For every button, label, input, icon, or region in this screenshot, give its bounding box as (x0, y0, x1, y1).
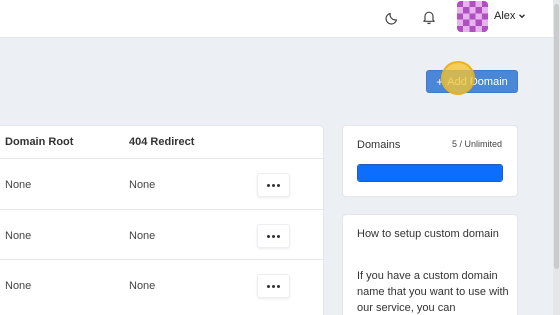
table-row-2-domain-root: None (5, 230, 32, 242)
more-icon (266, 284, 270, 288)
header-divider (0, 158, 323, 159)
domains-progress-fill (358, 165, 502, 181)
row-1-more-button[interactable] (257, 173, 290, 197)
click-indicator (441, 61, 475, 95)
avatar[interactable] (457, 1, 488, 32)
column-header-404-redirect: 404 Redirect (129, 136, 195, 148)
table-row-2-redirect: None (129, 230, 156, 242)
help-body-text: If you have a custom domain name that yo… (357, 270, 509, 314)
domains-title: Domains (357, 139, 401, 151)
chevron-down-icon[interactable] (518, 12, 526, 20)
domains-progress-bar (357, 164, 503, 182)
row-2-more-button[interactable] (257, 224, 290, 248)
moon-icon[interactable] (385, 9, 401, 25)
page-scrollbar-thumb[interactable] (554, 4, 559, 269)
row-3-more-button[interactable] (257, 274, 290, 298)
domains-usage-card (342, 125, 518, 197)
row-divider (0, 209, 323, 210)
user-name[interactable]: Alex (494, 10, 515, 22)
more-icon (266, 234, 270, 238)
bell-icon[interactable] (421, 9, 437, 25)
table-row-1-domain-root: None (5, 179, 32, 191)
column-header-domain-root: Domain Root (5, 136, 74, 148)
more-icon (266, 183, 270, 187)
row-divider (0, 259, 323, 260)
table-row-1-redirect: None (129, 179, 156, 191)
table-row-3-domain-root: None (5, 280, 32, 292)
domains-usage-count: 5 / Unlimited (452, 139, 503, 149)
help-title: How to setup custom domain (357, 228, 499, 240)
top-bar: Alex (0, 0, 560, 38)
table-row-3-redirect: None (129, 280, 156, 292)
